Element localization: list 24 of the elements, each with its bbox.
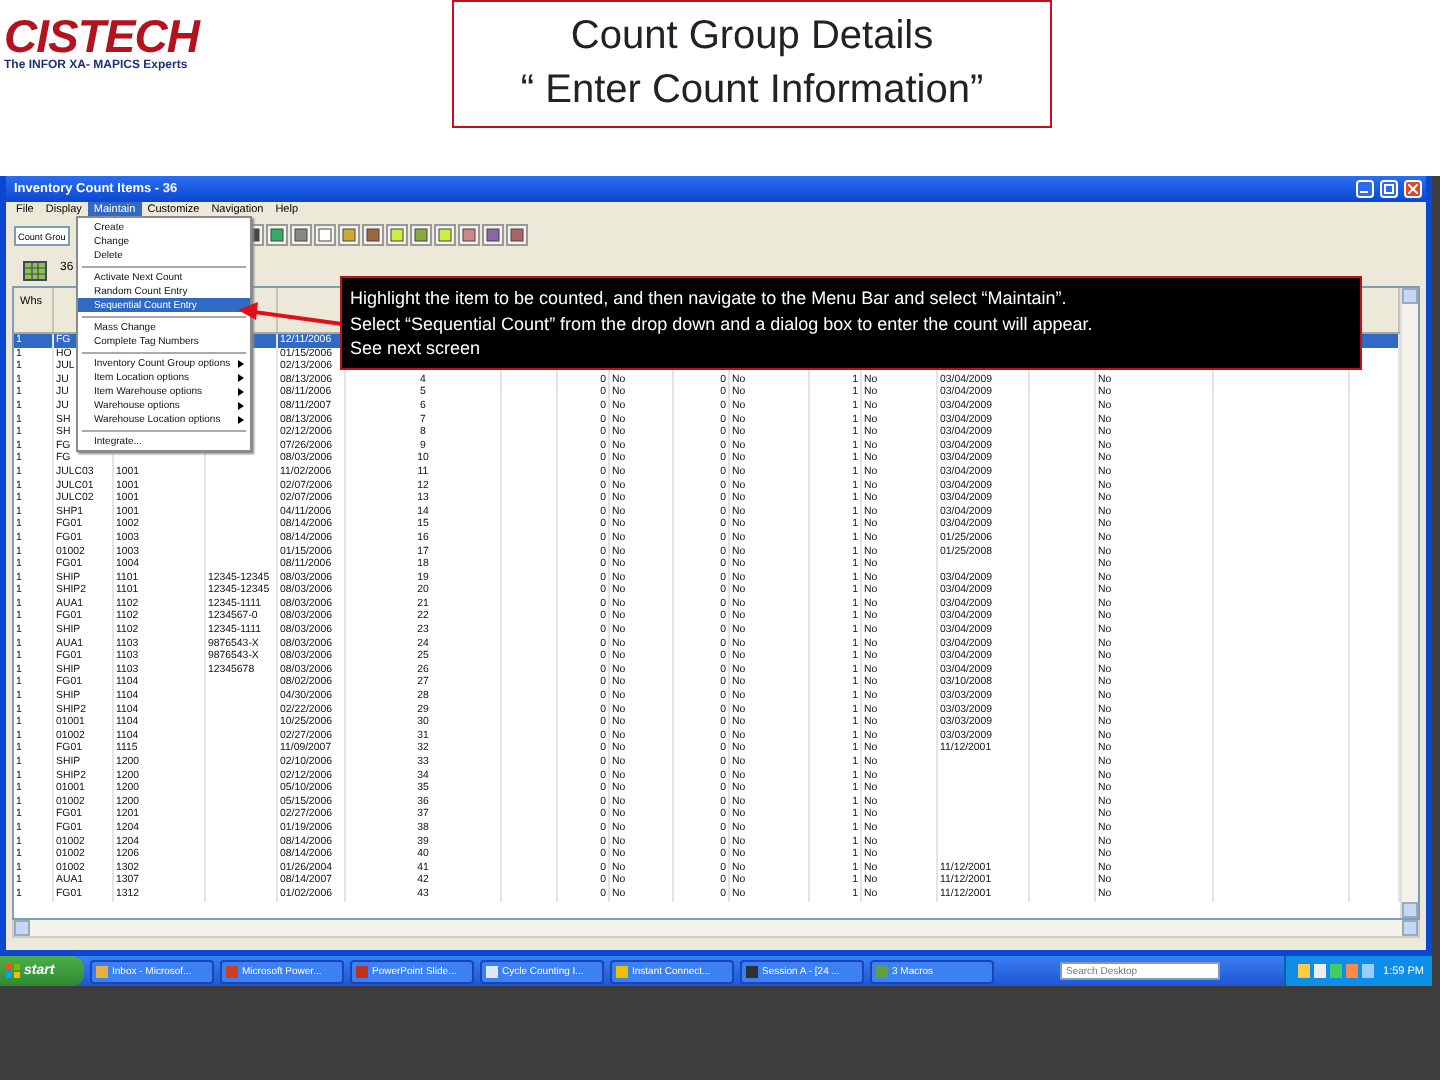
maximize-icon [1384, 184, 1394, 194]
maximize-button[interactable] [1380, 180, 1398, 198]
tray-icons [1297, 964, 1378, 978]
close-icon [1408, 184, 1418, 194]
toolbar-button[interactable] [458, 224, 480, 246]
toolbar-button[interactable] [506, 224, 528, 246]
callout-text: See next screen [350, 336, 483, 361]
logo: CISTECH [4, 12, 203, 60]
slide-subtitle: “ Enter Count Information” [520, 68, 984, 114]
close-button[interactable] [1404, 180, 1422, 198]
toolbar-button[interactable] [290, 224, 312, 246]
vertical-scrollbar[interactable] [1400, 288, 1418, 918]
toolbar-button[interactable] [362, 224, 384, 246]
grid-icon [22, 255, 48, 281]
windows-flag-icon [6, 964, 20, 978]
pointer-arrow [236, 300, 344, 328]
toolbar-button[interactable] [410, 224, 432, 246]
toolbar-button[interactable] [266, 224, 288, 246]
callout-text: Select “Sequential Count” from the drop down and a dialog box to enter the count will appear. [350, 311, 1095, 336]
minimize-button[interactable] [1356, 180, 1374, 198]
horizontal-scrollbar[interactable] [12, 920, 1420, 938]
callout-text: Highlight the item to be counted, and then navigate to the Menu Bar and select “Maintain”. [350, 286, 1069, 311]
slide-title: Count Group Details [570, 14, 934, 60]
toolbar-button[interactable] [482, 224, 504, 246]
